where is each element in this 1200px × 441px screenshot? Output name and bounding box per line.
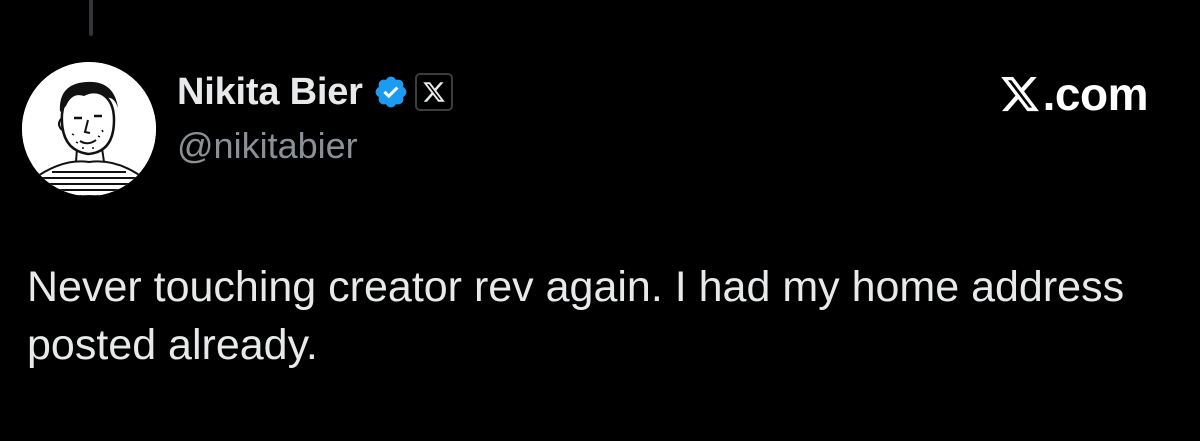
affiliate-x-badge[interactable] bbox=[414, 73, 453, 111]
avatar-sketch-icon bbox=[22, 62, 156, 196]
author-display-name[interactable]: Nikita Bier bbox=[177, 68, 363, 116]
thread-connector-line bbox=[89, 0, 93, 36]
avatar[interactable] bbox=[22, 62, 156, 196]
tweet-text: Never touching creator rev again. I had … bbox=[27, 263, 1137, 369]
brand-suffix: .com bbox=[1042, 68, 1149, 120]
x-logo-icon bbox=[423, 82, 445, 102]
brand-watermark: .com bbox=[999, 66, 1149, 122]
author-handle[interactable]: @nikitabier bbox=[177, 122, 358, 170]
author-name-row: Nikita Bier bbox=[177, 68, 453, 116]
x-logo-icon bbox=[1000, 76, 1039, 112]
verified-badge-icon bbox=[373, 74, 409, 110]
